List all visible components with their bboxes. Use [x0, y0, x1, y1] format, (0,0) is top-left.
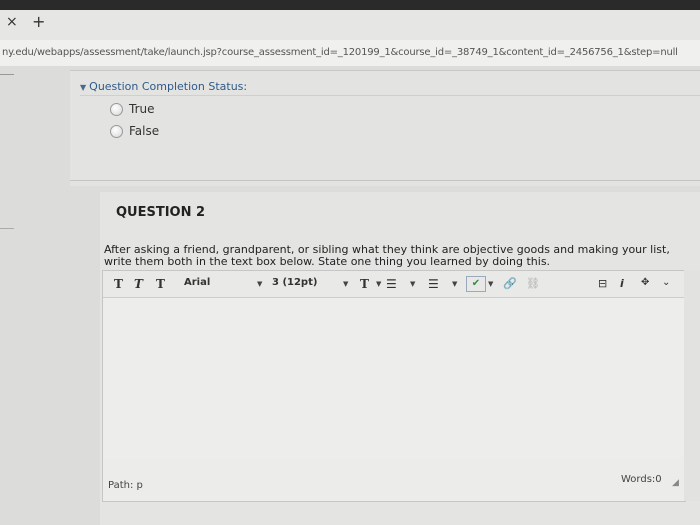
- spellcheck-dropdown-icon[interactable]: ▼: [488, 280, 493, 288]
- font-size-dropdown-icon[interactable]: ▼: [343, 280, 348, 288]
- fullscreen-icon[interactable]: ✥: [641, 277, 649, 288]
- text-style-1-button[interactable]: T: [114, 277, 123, 291]
- tab-strip: [0, 10, 700, 40]
- editor-path-label: Path: p: [108, 480, 143, 491]
- font-family-dropdown-icon[interactable]: ▼: [257, 280, 262, 288]
- option-true-label: True: [129, 102, 155, 116]
- font-family-select[interactable]: Arial: [184, 277, 210, 288]
- link-icon[interactable]: 🔗: [503, 277, 517, 290]
- editor-right-edge: [684, 270, 700, 501]
- completion-status-toggle[interactable]: ▼ Question Completion Status:: [80, 80, 247, 93]
- collapse-triangle-icon: ▼: [80, 83, 87, 92]
- option-true[interactable]: True: [110, 102, 155, 116]
- completion-status-label: Question Completion Status:: [89, 80, 248, 93]
- info-icon[interactable]: i: [620, 277, 624, 290]
- left-divider-2: [0, 228, 14, 229]
- option-false[interactable]: False: [110, 124, 159, 138]
- bullet-list-icon[interactable]: ☰: [386, 277, 397, 291]
- radio-false[interactable]: [110, 124, 123, 138]
- expand-toolbar-icon[interactable]: ⌄: [662, 277, 670, 288]
- answer-textarea[interactable]: [104, 298, 684, 458]
- unlink-icon[interactable]: ⛓: [526, 277, 540, 290]
- status-divider: [80, 95, 700, 96]
- url-text[interactable]: ny.edu/webapps/assessment/take/launch.js…: [2, 47, 678, 58]
- new-tab-icon[interactable]: +: [32, 12, 45, 31]
- text-color-dropdown-icon[interactable]: ▼: [376, 280, 381, 288]
- spellcheck-icon[interactable]: ✔: [466, 276, 486, 292]
- window-top-edge: [0, 0, 700, 10]
- radio-true[interactable]: [110, 102, 123, 116]
- text-style-2-button[interactable]: T: [134, 277, 143, 291]
- close-tab-icon[interactable]: ×: [6, 14, 18, 30]
- bullet-list-dropdown-icon[interactable]: ▼: [410, 280, 415, 288]
- font-size-select[interactable]: 3 (12pt): [272, 277, 317, 288]
- insert-content-icon[interactable]: ⊟: [598, 277, 607, 290]
- question-prompt: After asking a friend, grandparent, or s…: [104, 243, 670, 268]
- resize-grip-icon[interactable]: ◢: [672, 478, 679, 488]
- numbered-list-icon[interactable]: ☰: [428, 277, 439, 291]
- numbered-list-dropdown-icon[interactable]: ▼: [452, 280, 457, 288]
- left-divider: [0, 74, 14, 75]
- question-title: QUESTION 2: [116, 205, 206, 220]
- text-style-3-button[interactable]: T: [156, 277, 165, 291]
- option-false-label: False: [129, 124, 160, 138]
- word-count: Words:0: [621, 474, 662, 485]
- text-color-button[interactable]: T: [360, 277, 369, 291]
- section-divider: [70, 180, 700, 181]
